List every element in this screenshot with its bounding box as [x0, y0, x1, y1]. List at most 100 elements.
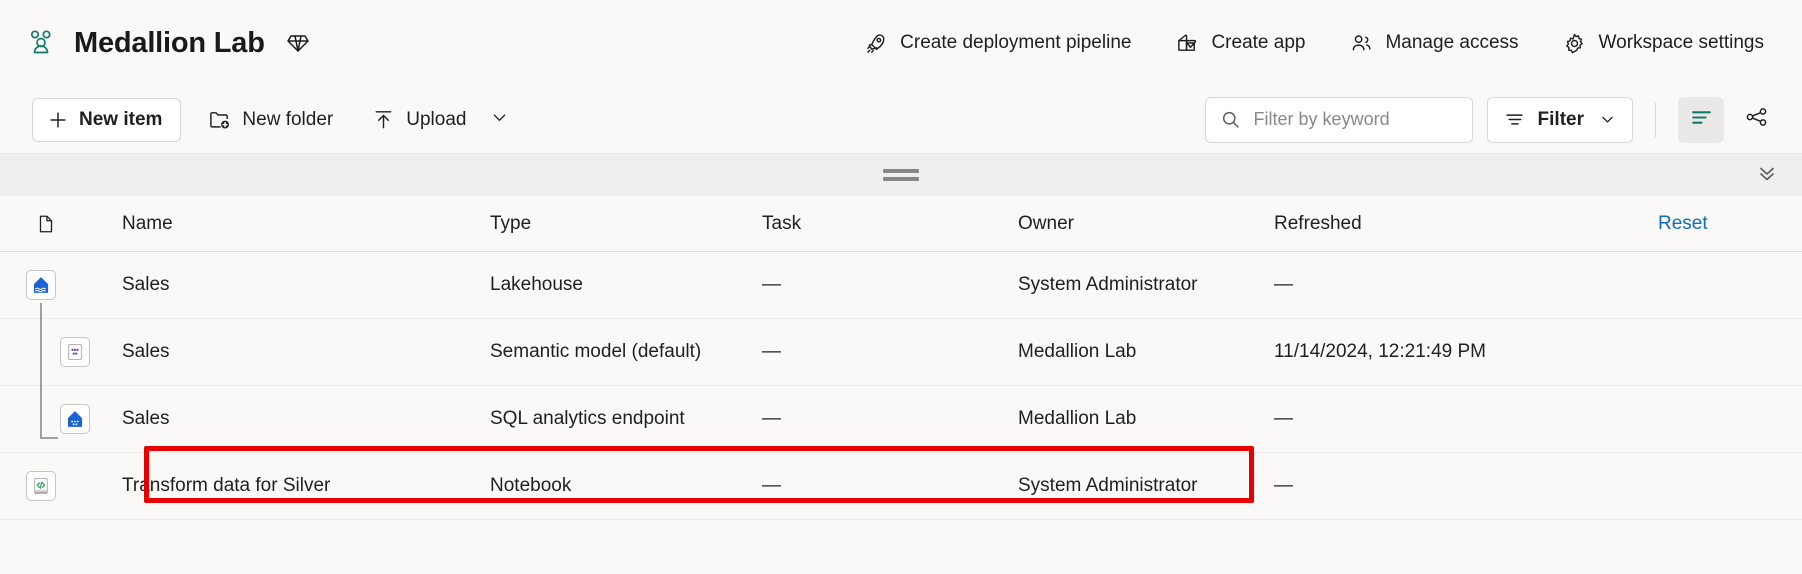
- item-type-label: Lakehouse: [490, 274, 583, 295]
- people-group-icon: [22, 24, 60, 62]
- item-type-label: Semantic model (default): [490, 341, 701, 362]
- reset-link[interactable]: Reset: [1658, 213, 1708, 234]
- new-item-label: New item: [79, 109, 162, 131]
- upload-button[interactable]: Upload: [359, 98, 478, 142]
- manage-access-button[interactable]: Manage access: [1335, 23, 1532, 63]
- item-refreshed-label: —: [1274, 274, 1293, 295]
- workspace-header: Medallion Lab Cr: [0, 0, 1802, 86]
- create-app-button[interactable]: Create app: [1161, 23, 1319, 63]
- list-view-toggle-button[interactable]: [1678, 97, 1724, 143]
- people-icon: [1349, 31, 1373, 55]
- create-deployment-pipeline-button[interactable]: Create deployment pipeline: [850, 23, 1145, 63]
- drag-handle-bar-1: [883, 169, 919, 173]
- panel-splitter[interactable]: [0, 154, 1802, 196]
- row-name-cell[interactable]: Sales: [122, 274, 490, 296]
- column-header-owner[interactable]: Owner: [1018, 213, 1274, 235]
- tree-connector-line: [40, 303, 42, 371]
- column-header-name[interactable]: Name: [122, 213, 490, 235]
- workspace-settings-button[interactable]: Workspace settings: [1549, 23, 1778, 63]
- upload-caret-button[interactable]: [482, 100, 516, 140]
- item-owner-label: System Administrator: [1018, 475, 1198, 496]
- lineage-view-button[interactable]: [1734, 97, 1780, 143]
- arrow-up-line-icon: [371, 108, 395, 132]
- row-icon-cell: [26, 471, 122, 501]
- folder-add-icon: [207, 108, 231, 132]
- column-header-owner-label: Owner: [1018, 213, 1074, 234]
- row-name-cell[interactable]: Sales: [122, 341, 490, 363]
- item-name-link[interactable]: Sales: [122, 408, 170, 430]
- semantic-model-icon: [60, 337, 90, 367]
- page-title: Medallion Lab: [74, 27, 265, 60]
- workspace-settings-label: Workspace settings: [1599, 32, 1764, 54]
- column-header-task-label: Task: [762, 213, 801, 234]
- row-refreshed-cell: —: [1274, 475, 1658, 497]
- item-task-label: —: [762, 408, 781, 429]
- row-type-cell: Lakehouse: [490, 274, 762, 296]
- filter-button[interactable]: Filter: [1487, 97, 1633, 143]
- toolbar-right-group: Filter: [1205, 97, 1780, 143]
- tree-connector-elbow: [40, 437, 58, 439]
- column-header-task[interactable]: Task: [762, 213, 1018, 235]
- document-icon: [34, 212, 58, 236]
- header-actions: Create deployment pipeline Create app: [850, 23, 1778, 63]
- row-name-cell[interactable]: Transform data for Silver: [122, 475, 490, 497]
- row-refreshed-cell: 11/14/2024, 12:21:49 PM: [1274, 341, 1658, 363]
- column-header-type[interactable]: Type: [490, 213, 762, 235]
- search-icon: [1220, 109, 1242, 131]
- item-name-link[interactable]: Sales: [122, 274, 170, 296]
- column-header-type-label: Type: [490, 213, 531, 234]
- item-owner-label: Medallion Lab: [1018, 408, 1136, 429]
- diamond-icon: [285, 30, 311, 56]
- table-row[interactable]: Sales SQL analytics endpoint — Medallion…: [0, 386, 1802, 453]
- workspace-brand: Medallion Lab: [22, 24, 311, 62]
- row-owner-cell: System Administrator: [1018, 475, 1274, 497]
- table-row[interactable]: Sales Semantic model (default) — Medalli…: [0, 319, 1802, 386]
- column-header-icon: [26, 212, 122, 236]
- sql-endpoint-icon: [60, 404, 90, 434]
- row-task-cell: —: [762, 341, 1018, 363]
- column-header-name-label: Name: [122, 213, 173, 235]
- app-grid-icon: [1175, 31, 1199, 55]
- row-icon-cell: [26, 270, 122, 300]
- new-item-button[interactable]: New item: [32, 98, 181, 142]
- new-folder-button[interactable]: New folder: [195, 98, 345, 142]
- column-header-reset: Reset: [1658, 213, 1778, 235]
- row-refreshed-cell: —: [1274, 408, 1658, 430]
- row-owner-cell: Medallion Lab: [1018, 408, 1274, 430]
- item-refreshed-label: —: [1274, 475, 1293, 496]
- lineage-share-icon: [1745, 105, 1769, 134]
- collapse-panel-button[interactable]: [1750, 158, 1784, 192]
- row-name-cell[interactable]: Sales: [122, 408, 490, 430]
- row-type-cell: SQL analytics endpoint: [490, 408, 762, 430]
- item-type-label: SQL analytics endpoint: [490, 408, 685, 429]
- item-task-label: —: [762, 475, 781, 496]
- workspace-toolbar: New item New folder Uploa: [0, 86, 1802, 154]
- create-deployment-pipeline-label: Create deployment pipeline: [900, 32, 1131, 54]
- filter-label: Filter: [1538, 109, 1584, 131]
- row-owner-cell: Medallion Lab: [1018, 341, 1274, 363]
- item-owner-label: Medallion Lab: [1018, 341, 1136, 362]
- row-task-cell: —: [762, 274, 1018, 296]
- lakehouse-icon: [26, 270, 56, 300]
- table-row[interactable]: Sales Lakehouse — System Administrator —: [0, 252, 1802, 319]
- filter-lines-icon: [1504, 109, 1526, 131]
- table-row[interactable]: Transform data for Silver Notebook — Sys…: [0, 453, 1802, 520]
- column-header-refreshed[interactable]: Refreshed: [1274, 213, 1658, 235]
- search-input[interactable]: [1254, 109, 1458, 130]
- drag-handle-icon[interactable]: [883, 169, 919, 181]
- items-table: Name Type Task Owner Refreshed Reset: [0, 196, 1802, 520]
- toolbar-divider: [1655, 103, 1656, 137]
- item-type-label: Notebook: [490, 475, 571, 496]
- upload-label: Upload: [406, 109, 466, 131]
- rocket-icon: [864, 31, 888, 55]
- row-owner-cell: System Administrator: [1018, 274, 1274, 296]
- item-name-link[interactable]: Transform data for Silver: [122, 475, 330, 497]
- item-owner-label: System Administrator: [1018, 274, 1198, 295]
- row-icon-cell: [26, 404, 122, 434]
- search-box[interactable]: [1205, 97, 1473, 143]
- item-name-link[interactable]: Sales: [122, 341, 170, 363]
- column-header-refreshed-label: Refreshed: [1274, 213, 1362, 234]
- create-app-label: Create app: [1211, 32, 1305, 54]
- row-type-cell: Notebook: [490, 475, 762, 497]
- manage-access-label: Manage access: [1385, 32, 1518, 54]
